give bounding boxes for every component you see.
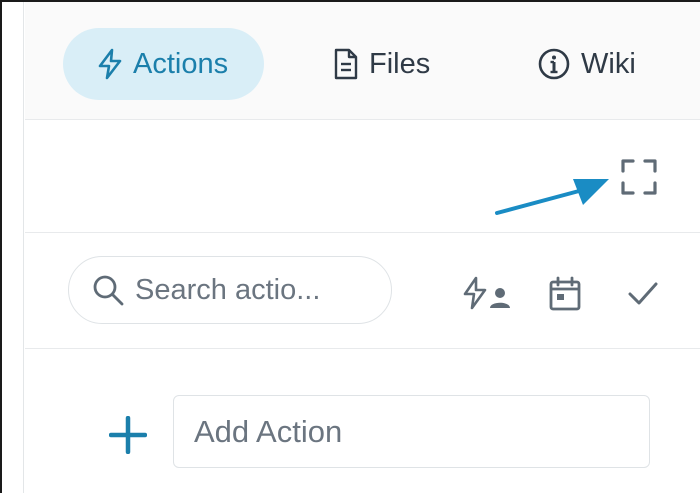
- search-filter-bar: [25, 234, 700, 349]
- search-box[interactable]: [68, 256, 392, 324]
- tab-label: Files: [369, 47, 431, 80]
- info-circle-icon: [537, 47, 571, 81]
- add-action-input[interactable]: [194, 413, 649, 450]
- plus-icon: [108, 415, 148, 455]
- assigned-to-me-icon: [463, 276, 510, 310]
- tab-wiki[interactable]: Wiki: [537, 28, 636, 100]
- add-action-button[interactable]: [108, 415, 148, 459]
- filter-assigned-to-me-button[interactable]: [462, 276, 512, 317]
- add-action-row: [25, 350, 700, 493]
- tab-files[interactable]: Files: [333, 28, 430, 100]
- search-input[interactable]: [135, 273, 375, 307]
- tab-label: Actions: [133, 47, 229, 80]
- filter-due-date-button[interactable]: [548, 276, 582, 317]
- add-action-field[interactable]: [173, 395, 650, 468]
- panel-toolbar: [25, 121, 700, 233]
- document-icon: [333, 48, 359, 80]
- left-gutter: [4, 2, 24, 493]
- search-icon: [93, 275, 124, 306]
- calendar-icon: [549, 276, 581, 311]
- fullscreen-button[interactable]: [619, 157, 659, 197]
- tab-bar: Actions Files Wiki: [25, 2, 700, 120]
- actions-panel: Actions Files Wiki Search actio... Add A…: [25, 2, 700, 493]
- filter-completed-button[interactable]: [626, 276, 660, 315]
- checkmark-icon: [628, 282, 658, 305]
- arrow-annotation-icon: [495, 179, 609, 215]
- tab-label: Wiki: [581, 47, 636, 80]
- app-frame: Actions Files Wiki Search actio... Add A…: [0, 0, 700, 493]
- tab-actions[interactable]: Actions: [63, 28, 265, 100]
- fullscreen-icon: [621, 159, 657, 195]
- lightning-icon: [97, 48, 123, 80]
